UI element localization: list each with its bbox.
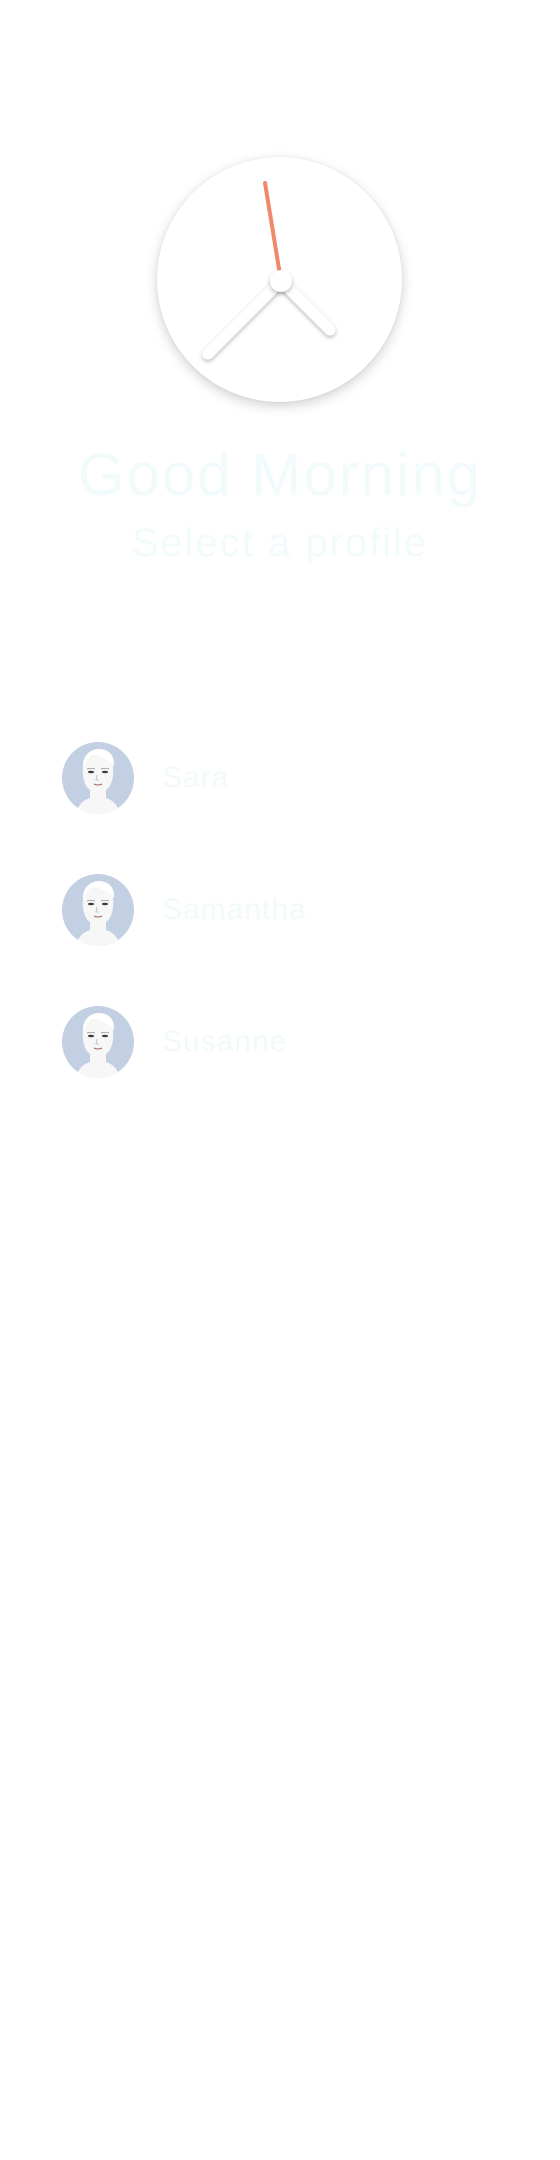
contact-item-susanne[interactable]: Susanne <box>62 1006 502 1078</box>
analog-clock <box>157 157 402 402</box>
female-face-avatar-icon <box>62 874 134 946</box>
clock-center-cap <box>270 270 292 292</box>
female-face-avatar-icon <box>62 1006 134 1078</box>
minute-hand <box>202 275 287 360</box>
greeting-title: Good Morning <box>77 441 483 508</box>
clock-face <box>202 181 336 360</box>
contact-name: Sara <box>162 761 230 794</box>
header: Good Morning Select a profile <box>0 440 560 568</box>
female-face-avatar-icon <box>62 742 134 814</box>
contact-name: Samantha <box>162 893 307 926</box>
contact-list: Sara Samantha Susanne <box>62 742 502 1138</box>
contact-item-samantha[interactable]: Samantha <box>62 874 502 946</box>
second-hand <box>263 181 283 283</box>
greeting-subtitle: Select a profile <box>131 521 429 565</box>
contact-item-sara[interactable]: Sara <box>62 742 502 814</box>
contact-name: Susanne <box>162 1025 288 1058</box>
